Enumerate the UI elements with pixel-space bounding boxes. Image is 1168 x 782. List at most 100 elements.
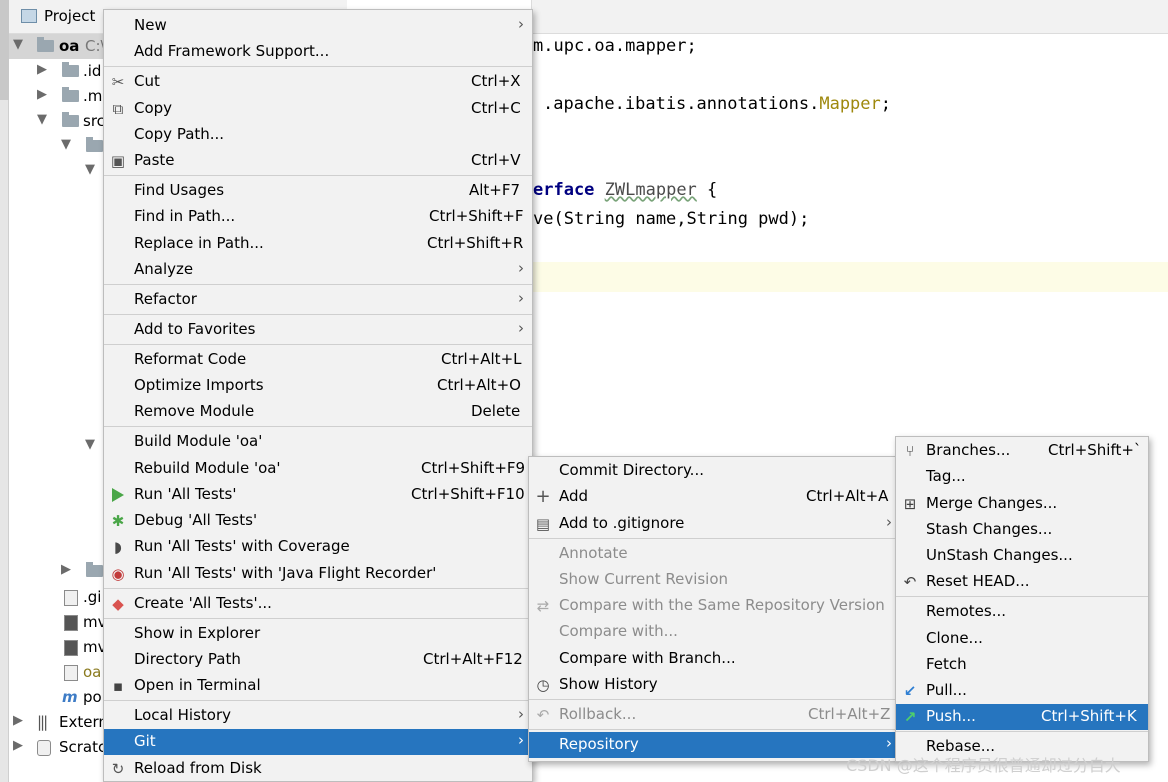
menu-item-find-usages[interactable]: Find Usages Alt+F7 [104,178,532,204]
menu-item-stash-changes[interactable]: Stash Changes... [896,517,1148,543]
menu-item-add-framework[interactable]: Add Framework Support... [104,39,532,65]
menu-separator [529,538,896,539]
menu-item-cut[interactable]: ✂ Cut Ctrl+X [104,69,532,95]
tree-label: oa [59,37,80,55]
context-menu: New › Add Framework Support... ✂ Cut Ctrl+X… [103,9,533,782]
tree-label: src [83,112,105,130]
tree-label: .m [83,87,103,105]
code-line: .apache.ibatis.annotations.Mapper; [543,94,892,114]
menu-item-tag[interactable]: Tag... [896,464,1148,490]
menu-item-rollback[interactable]: ↶ Rollback... Ctrl+Alt+Z [529,702,896,728]
menu-item-open-in-terminal[interactable]: ▪ Open in Terminal [104,673,532,699]
menu-separator [529,699,896,700]
menu-item-show-in-explorer[interactable]: Show in Explorer [104,621,532,647]
rollback-icon: ↶ [536,706,550,724]
menu-item-new[interactable]: New › [104,13,532,39]
menu-item-reformat-code[interactable]: Reformat Code Ctrl+Alt+L [104,347,532,373]
menu-item-replace-in-path[interactable]: Replace in Path... Ctrl+Shift+R [104,231,532,257]
menu-item-add-to-favorites[interactable]: Add to Favorites › [104,317,532,343]
menu-item-compare-same-repo[interactable]: ⇄ Compare with the Same Repository Versio… [529,593,896,619]
folder-icon [86,562,103,577]
menu-separator [104,344,532,345]
menu-item-git[interactable]: Git › [104,729,532,755]
menu-item-unstash-changes[interactable]: UnStash Changes... [896,543,1148,569]
tool-window-strip [0,0,9,782]
menu-item-add-to-gitignore[interactable]: ▤ Add to .gitignore › [529,511,896,537]
menu-item-show-current-revision[interactable]: Show Current Revision [529,567,896,593]
menu-item-analyze[interactable]: Analyze › [104,257,532,283]
menu-item-run-with-jfr[interactable]: ◉ Run 'All Tests' with 'Java Flight Recor… [104,561,532,587]
menu-item-debug-all-tests[interactable]: ✱ Debug 'All Tests' [104,508,532,534]
pull-arrow-icon: ↙ [903,682,917,700]
menu-item-rebuild-module[interactable]: Rebuild Module 'oa' Ctrl+Shift+F9 [104,456,532,482]
menu-item-reload-from-disk[interactable]: ↻ Reload from Disk [104,756,532,782]
tree-label: oa [83,663,102,681]
menu-item-remove-module[interactable]: Remove Module Delete [104,399,532,425]
branch-icon: ⑂ [905,442,915,460]
menu-item-reset-head[interactable]: ↶ Reset HEAD... [896,569,1148,595]
chevron-right-icon[interactable]: ▶ [37,62,47,77]
tree-label: Scratc [59,738,107,756]
menu-separator [104,618,532,619]
menu-item-copy-path[interactable]: Copy Path... [104,122,532,148]
maven-icon: m [62,688,78,706]
scratches-icon [37,740,51,756]
menu-item-remotes[interactable]: Remotes... [896,599,1148,625]
menu-item-run-all-tests[interactable]: Run 'All Tests' Ctrl+Shift+F10 [104,482,532,508]
menu-separator [896,596,1148,597]
chevron-right-icon: › [518,15,524,33]
menu-item-refactor[interactable]: Refactor › [104,287,532,313]
menu-item-paste[interactable]: ▣ Paste Ctrl+V [104,148,532,174]
chevron-right-icon[interactable]: ▶ [61,562,71,577]
menu-item-directory-path[interactable]: Directory Path Ctrl+Alt+F12 [104,647,532,673]
clipboard-icon: ▣ [110,152,126,170]
menu-item-show-history[interactable]: ◷ Show History [529,672,896,698]
ide-window: { "project_panel": { "title": "Project",… [0,0,1168,782]
menu-item-annotate[interactable]: Annotate [529,541,896,567]
menu-item-run-with-coverage[interactable]: ◗ Run 'All Tests' with Coverage [104,534,532,560]
copy-icon: ⧉ [112,100,124,118]
flight-recorder-icon: ◉ [111,565,125,583]
chevron-right-icon[interactable]: ▶ [37,87,47,102]
chevron-down-icon[interactable]: ▼ [85,162,95,177]
chevron-right-icon[interactable]: ▶ [13,713,23,728]
project-tool-tab[interactable] [0,0,9,100]
menu-separator [104,700,532,701]
menu-item-compare-with-branch[interactable]: Compare with Branch... [529,646,896,672]
menu-item-push[interactable]: ↗ Push... Ctrl+Shift+K [896,704,1148,730]
chevron-right-icon: › [886,513,892,531]
menu-separator [529,729,896,730]
folder-icon [86,137,103,152]
chevron-right-icon: › [518,705,524,723]
menu-separator [104,175,532,176]
menu-item-compare-with[interactable]: Compare with... [529,619,896,645]
menu-item-build-module[interactable]: Build Module 'oa' [104,429,532,455]
clock-icon: ◷ [536,676,550,694]
file-icon [64,590,78,606]
menu-item-fetch[interactable]: Fetch [896,652,1148,678]
chevron-down-icon[interactable]: ▼ [61,137,71,152]
chevron-right-icon: › [518,289,524,307]
menu-item-add[interactable]: + Add Ctrl+Alt+A [529,484,896,510]
library-icon: ||| [37,713,48,731]
menu-item-branches[interactable]: ⑂ Branches... Ctrl+Shift+` [896,438,1148,464]
menu-item-clone[interactable]: Clone... [896,626,1148,652]
menu-item-commit-directory[interactable]: Commit Directory... [529,458,896,484]
menu-item-copy[interactable]: ⧉ Copy Ctrl+C [104,96,532,122]
chevron-down-icon[interactable]: ▼ [85,437,95,452]
chevron-down-icon[interactable]: ▼ [13,37,23,52]
menu-item-optimize-imports[interactable]: Optimize Imports Ctrl+Alt+O [104,373,532,399]
menu-item-find-in-path[interactable]: Find in Path... Ctrl+Shift+F [104,204,532,230]
menu-separator [104,426,532,427]
chevron-right-icon[interactable]: ▶ [13,738,23,753]
menu-item-local-history[interactable]: Local History › [104,703,532,729]
project-panel-title[interactable]: Project [44,7,95,25]
menu-item-repository[interactable]: Repository › [529,732,896,758]
plus-icon: + [535,486,551,507]
module-file-icon [64,665,78,681]
menu-item-create-all-tests[interactable]: ◆ Create 'All Tests'... [104,591,532,617]
menu-item-pull[interactable]: ↙ Pull... [896,678,1148,704]
chevron-down-icon[interactable]: ▼ [37,112,47,127]
menu-item-merge-changes[interactable]: ⊞ Merge Changes... [896,491,1148,517]
project-icon [21,9,37,23]
